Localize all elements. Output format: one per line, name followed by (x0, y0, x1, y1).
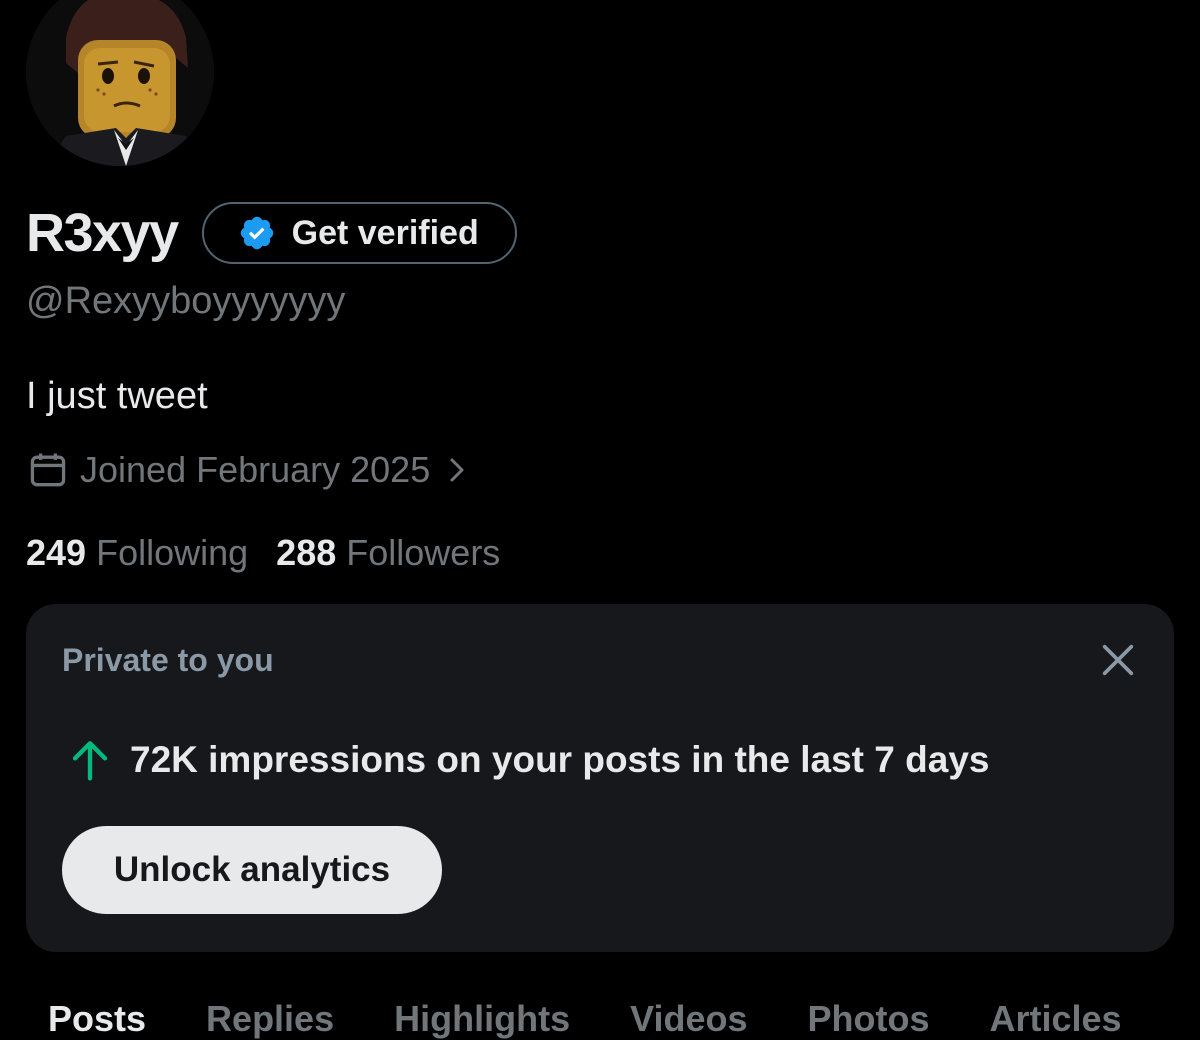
tab-highlights[interactable]: Highlights (394, 998, 570, 1040)
close-icon[interactable] (1098, 640, 1138, 680)
tab-articles[interactable]: Articles (989, 998, 1121, 1040)
display-name: R3xyy (26, 203, 179, 263)
card-title: Private to you (62, 642, 274, 678)
followers-count: 288 (276, 532, 337, 573)
follow-stats: 249 Following 288 Followers (26, 532, 528, 574)
followers-label: Followers (346, 532, 501, 573)
profile-bio: I just tweet (26, 375, 208, 417)
profile-name-row: R3xyy Get verified (26, 196, 517, 270)
chevron-right-icon (450, 458, 464, 482)
joined-date-row[interactable]: Joined February 2025 (26, 448, 472, 492)
tab-replies[interactable]: Replies (206, 998, 334, 1040)
joined-date-text: Joined February 2025 (80, 449, 431, 490)
arrow-up-icon (72, 741, 108, 781)
calendar-icon (30, 453, 66, 487)
get-verified-label: Get verified (291, 213, 479, 252)
avatar[interactable] (26, 0, 214, 166)
following-label: Following (96, 532, 249, 573)
profile-handle: @Rexyyboyyyyyyy (26, 280, 346, 322)
tab-videos[interactable]: Videos (630, 998, 747, 1040)
following-stat[interactable]: 249 Following (26, 532, 248, 574)
impressions-row: 72K impressions on your posts in the las… (70, 738, 989, 782)
following-count: 249 (26, 532, 87, 573)
unlock-analytics-button[interactable]: Unlock analytics (62, 826, 442, 914)
tab-posts[interactable]: Posts (48, 998, 146, 1040)
private-analytics-card: Private to you 72K impressions on your p… (26, 604, 1174, 952)
profile-tabs: Posts Replies Highlights Videos Photos A… (48, 998, 1122, 1040)
tab-photos[interactable]: Photos (807, 998, 929, 1040)
get-verified-button[interactable]: Get verified (201, 202, 517, 264)
impressions-text: 72K impressions on your posts in the las… (130, 739, 990, 780)
verified-badge-icon (240, 216, 273, 250)
followers-stat[interactable]: 288 Followers (276, 532, 500, 574)
